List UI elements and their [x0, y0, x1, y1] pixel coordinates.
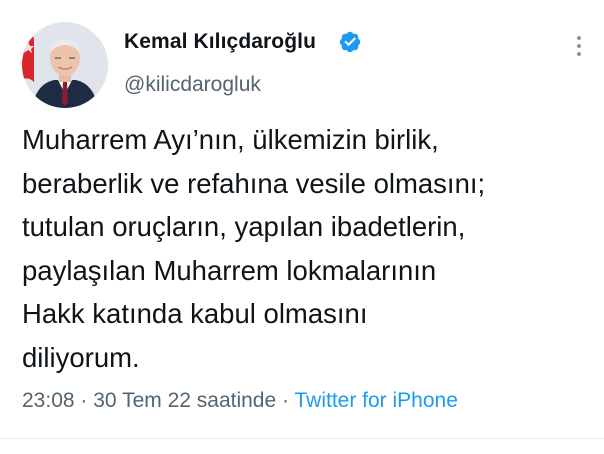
- tweet-text: Muharrem Ayı’nın, ülkemizin birlik, bera…: [22, 118, 594, 379]
- more-dot: [577, 36, 581, 40]
- author-handle[interactable]: @kilicdarogluk: [124, 73, 261, 97]
- tweet-text-line: Muharrem Ayı’nın, ülkemizin birlik,: [22, 124, 439, 155]
- more-dot: [577, 44, 581, 48]
- avatar-image: [22, 22, 108, 108]
- tweet-date[interactable]: 30 Tem 22 saatinde: [93, 389, 276, 412]
- tweet-source-link[interactable]: Twitter for iPhone: [294, 389, 457, 412]
- divider: [0, 438, 604, 439]
- tweet-card: Kemal Kılıçdaroğlu @kilicdarogluk Muharr…: [0, 0, 604, 454]
- author-avatar[interactable]: [22, 22, 108, 108]
- tweet-time[interactable]: 23:08: [22, 389, 75, 412]
- tweet-text-line: paylaşılan Muharrem lokmalarının: [22, 254, 437, 286]
- tweet-metadata: 23:08 · 30 Tem 22 saatinde · Twitter for…: [22, 389, 458, 413]
- verified-badge-icon: [339, 31, 361, 53]
- meta-separator: ·: [80, 389, 88, 412]
- tweet-text-line: tutulan oruçların, yapılan ibadetlerin,: [22, 211, 466, 242]
- more-options-icon[interactable]: [574, 36, 584, 60]
- tweet-text-line: beraberlik ve refahına vesile olmasını;: [22, 167, 486, 199]
- more-dot: [577, 52, 581, 56]
- tweet-text-line: diliyorum.: [22, 341, 140, 373]
- meta-separator: ·: [282, 389, 290, 412]
- author-name[interactable]: Kemal Kılıçdaroğlu: [124, 30, 316, 54]
- tweet-text-line: Hakk katında kabul olmasını: [22, 298, 368, 329]
